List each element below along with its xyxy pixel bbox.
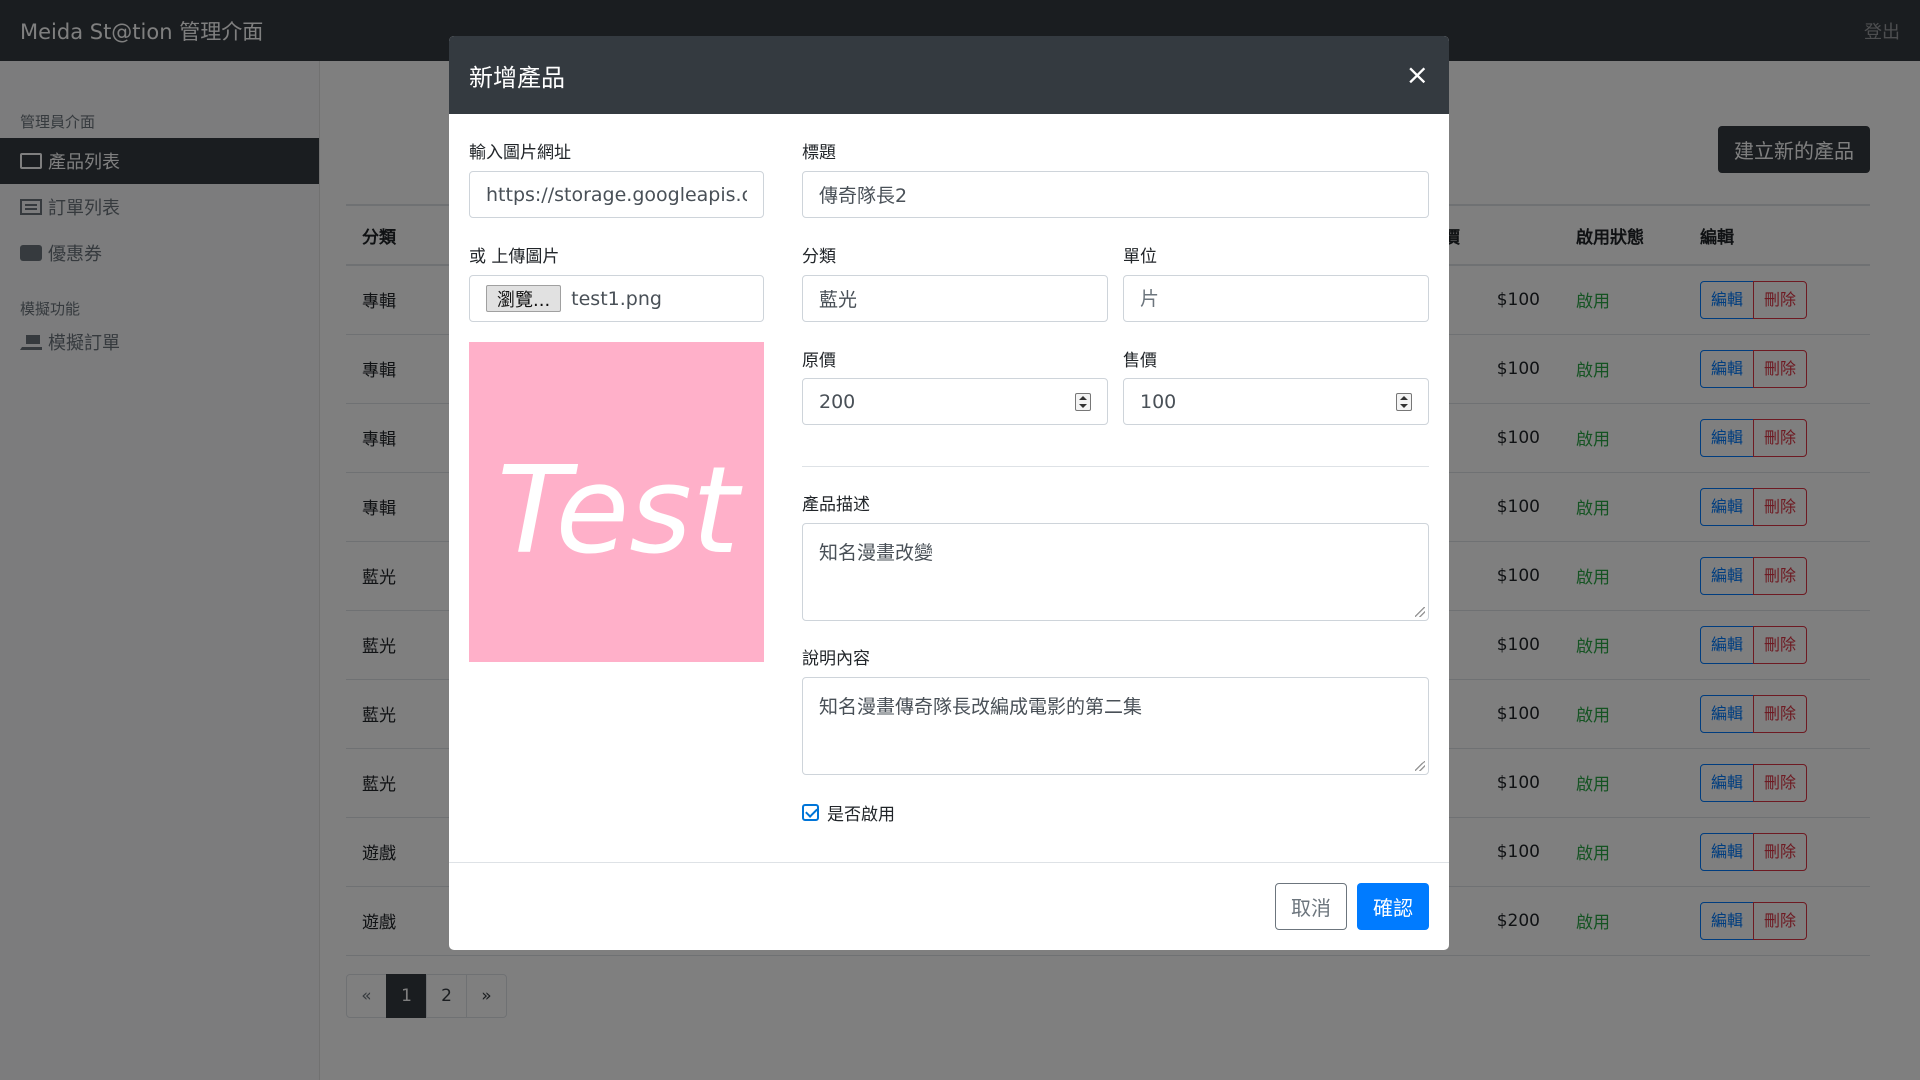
title-input-text[interactable] <box>819 183 1412 206</box>
image-url-input[interactable] <box>469 171 764 218</box>
new-product-modal: 新增產品 × 輸入圖片網址 或 上傳圖片 瀏覽... test1.png Tes… <box>449 36 1449 950</box>
spinner-icon[interactable] <box>1075 393 1091 411</box>
enabled-checkbox[interactable] <box>802 804 819 821</box>
category-label: 分類 <box>802 247 836 267</box>
image-url-input-text[interactable] <box>486 183 747 206</box>
modal-footer: 取消 確認 <box>449 862 1449 950</box>
preview-image: Test <box>497 442 743 581</box>
file-upload-field[interactable]: 瀏覽... test1.png <box>469 275 764 322</box>
file-name: test1.png <box>571 287 662 310</box>
description-textarea[interactable]: 知名漫畫改變 <box>802 523 1429 621</box>
resize-grip-icon[interactable] <box>1415 761 1425 771</box>
price-input[interactable]: 100 <box>1123 378 1429 425</box>
unit-label: 單位 <box>1123 247 1157 267</box>
unit-input[interactable] <box>1123 275 1429 322</box>
form-divider <box>802 466 1429 467</box>
modal-title: 新增產品 <box>469 63 565 92</box>
price-label: 售價 <box>1123 351 1157 371</box>
preview-text: Test <box>497 442 743 581</box>
title-input[interactable] <box>802 171 1429 218</box>
confirm-button[interactable]: 確認 <box>1357 883 1429 930</box>
upload-label: 或 上傳圖片 <box>469 247 560 267</box>
cancel-button[interactable]: 取消 <box>1275 883 1347 930</box>
origin-price-label: 原價 <box>802 351 836 371</box>
price-value: 100 <box>1140 390 1177 413</box>
enabled-label: 是否啟用 <box>827 805 895 825</box>
unit-input-text[interactable] <box>1140 287 1412 310</box>
title-label: 標題 <box>802 143 836 163</box>
category-input[interactable] <box>802 275 1108 322</box>
close-icon[interactable]: × <box>1406 61 1429 89</box>
browse-button[interactable]: 瀏覽... <box>486 285 562 312</box>
spinner-icon[interactable] <box>1396 393 1412 411</box>
content-label: 說明內容 <box>802 649 870 669</box>
content-value: 知名漫畫傳奇隊長改編成電影的第二集 <box>819 696 1143 718</box>
description-label: 產品描述 <box>802 495 870 515</box>
image-preview: Test <box>469 342 764 662</box>
enabled-checkbox-group[interactable]: 是否啟用 <box>802 800 895 825</box>
resize-grip-icon[interactable] <box>1415 607 1425 617</box>
description-value: 知名漫畫改變 <box>819 542 934 564</box>
category-input-text[interactable] <box>819 287 1091 310</box>
origin-price-value: 200 <box>819 390 856 413</box>
modal-header: 新增產品 × <box>449 36 1449 114</box>
origin-price-input[interactable]: 200 <box>802 378 1108 425</box>
content-textarea[interactable]: 知名漫畫傳奇隊長改編成電影的第二集 <box>802 677 1429 775</box>
image-url-label: 輸入圖片網址 <box>469 143 571 163</box>
